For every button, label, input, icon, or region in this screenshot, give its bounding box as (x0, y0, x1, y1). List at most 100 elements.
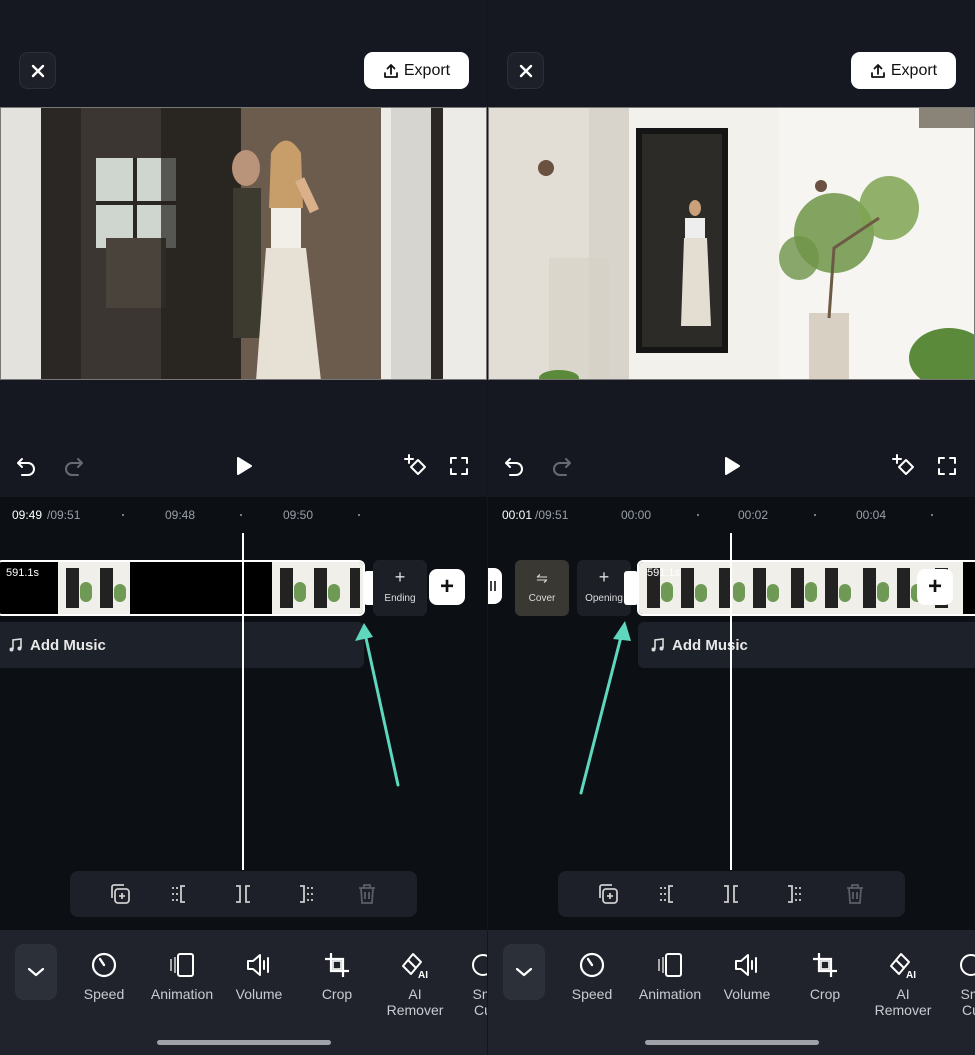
collapse-button[interactable] (503, 944, 545, 1000)
tick-dot (814, 514, 816, 516)
split-left-button[interactable] (169, 882, 193, 906)
volume-icon (735, 954, 757, 976)
fullscreen-button[interactable] (446, 453, 472, 479)
close-button[interactable] (19, 52, 56, 89)
play-button[interactable] (719, 453, 745, 479)
clip-trim-handle[interactable] (624, 571, 638, 605)
clip-edit-toolbar (558, 871, 905, 917)
clip-thumbnail (819, 562, 855, 614)
music-note-icon (9, 638, 22, 652)
editor-panel-left: Export 09:49 /09:51 09:48 09:50 591.1s +… (0, 0, 487, 1055)
tick-dot (122, 514, 124, 516)
time-ruler[interactable]: 09:49 /09:51 09:48 09:50 (0, 497, 487, 535)
timecode-current: 00:01 (502, 508, 533, 522)
delete-button[interactable] (355, 882, 379, 906)
tool-ai-remover[interactable]: AI AI Remover (864, 948, 942, 1018)
keyframe-button[interactable] (403, 453, 429, 479)
time-ruler[interactable]: 00:01 /09:51 00:00 00:02 00:04 (488, 497, 975, 535)
tool-volume[interactable]: Volume (708, 948, 786, 1002)
duplicate-button[interactable] (596, 882, 620, 906)
undo-button[interactable] (13, 453, 39, 479)
fullscreen-icon (938, 457, 956, 475)
redo-icon (65, 458, 83, 476)
playhead[interactable] (730, 533, 732, 870)
tool-animation[interactable]: Animation (631, 948, 709, 1002)
tool-label: Animation (150, 986, 214, 1002)
playhead[interactable] (242, 533, 244, 870)
cover-button[interactable]: ⇋ Cover (515, 560, 569, 616)
add-opening-button[interactable]: + Opening (577, 560, 631, 616)
tool-label: Sm Cu (960, 986, 975, 1018)
collapse-button[interactable] (15, 944, 57, 1000)
export-button[interactable]: Export (851, 52, 956, 89)
clip-edit-toolbar (70, 871, 417, 917)
clip-thumbnail (783, 562, 819, 614)
close-button[interactable] (507, 52, 544, 89)
redo-button[interactable] (549, 453, 575, 479)
split-left-button[interactable] (657, 882, 681, 906)
split-right-button[interactable] (292, 882, 316, 906)
clip-thumbnail (344, 562, 363, 614)
clip-thumbnail (675, 562, 711, 614)
tick-dot (697, 514, 699, 516)
clip-thumbnail (58, 562, 94, 614)
undo-button[interactable] (501, 453, 527, 479)
tick-label: 00:04 (856, 508, 887, 522)
split-left-icon (172, 885, 185, 903)
tool-smart-cut[interactable]: Sm Cu (932, 948, 975, 1018)
split-button[interactable] (719, 882, 743, 906)
close-icon (519, 64, 532, 77)
keyframe-button[interactable] (891, 453, 917, 479)
video-preview[interactable] (0, 107, 487, 380)
annotation-arrow (579, 621, 631, 795)
redo-icon (553, 458, 571, 476)
tool-label: Crop (809, 986, 841, 1002)
play-button[interactable] (231, 453, 257, 479)
delete-button[interactable] (843, 882, 867, 906)
clip-thumbnail (308, 562, 344, 614)
split-button[interactable] (231, 882, 255, 906)
grip-icon (490, 581, 496, 591)
speed-icon (579, 952, 605, 978)
tool-label: AI Remover (874, 986, 932, 1018)
bottom-tool-bar: Speed Animation Volume Crop AI AI Remove… (0, 930, 487, 1055)
redo-button[interactable] (61, 453, 87, 479)
add-clip-button[interactable]: + (429, 569, 465, 605)
tool-animation[interactable]: Animation (143, 948, 221, 1002)
duplicate-button[interactable] (108, 882, 132, 906)
fullscreen-button[interactable] (934, 453, 960, 479)
home-indicator (645, 1040, 819, 1045)
video-clip[interactable]: 591.1s (0, 560, 365, 616)
timecode-current: 09:49 (12, 508, 43, 522)
export-button[interactable]: Export (364, 52, 469, 89)
tool-ai-remover[interactable]: AI AI Remover (376, 948, 454, 1018)
svg-text:AI: AI (906, 970, 916, 980)
plus-icon: + (439, 573, 454, 600)
smart-cut-icon (960, 954, 975, 976)
tool-speed[interactable]: Speed (553, 948, 631, 1002)
split-right-icon (300, 885, 313, 903)
upload-icon (383, 63, 398, 78)
video-preview[interactable] (488, 107, 975, 380)
cover-label: Cover (528, 593, 556, 604)
tool-crop[interactable]: Crop (786, 948, 864, 1002)
previous-clip-edge[interactable] (488, 568, 502, 604)
tool-smart-cut[interactable]: Sm Cu (444, 948, 487, 1018)
add-music-track[interactable]: Add Music (0, 622, 364, 668)
split-right-button[interactable] (780, 882, 804, 906)
tool-crop[interactable]: Crop (298, 948, 376, 1002)
keyframe-add-icon (404, 454, 426, 475)
add-clip-button[interactable]: + (917, 569, 953, 605)
undo-icon (505, 458, 523, 476)
tool-speed[interactable]: Speed (65, 948, 143, 1002)
tick-label: 09:50 (283, 508, 314, 522)
opening-label: Opening (585, 593, 623, 604)
editor-panel-right: Export 00:01 /09:51 00:00 00:02 00:04 ⇋ … (488, 0, 975, 1055)
preview-frame-image (489, 108, 974, 379)
tick-label: 00:02 (738, 508, 769, 522)
clip-thumbnail (94, 562, 130, 614)
tool-volume[interactable]: Volume (220, 948, 298, 1002)
add-ending-button[interactable]: + Ending (373, 560, 427, 616)
add-music-track[interactable]: Add Music (638, 622, 975, 668)
tick-dot (931, 514, 933, 516)
